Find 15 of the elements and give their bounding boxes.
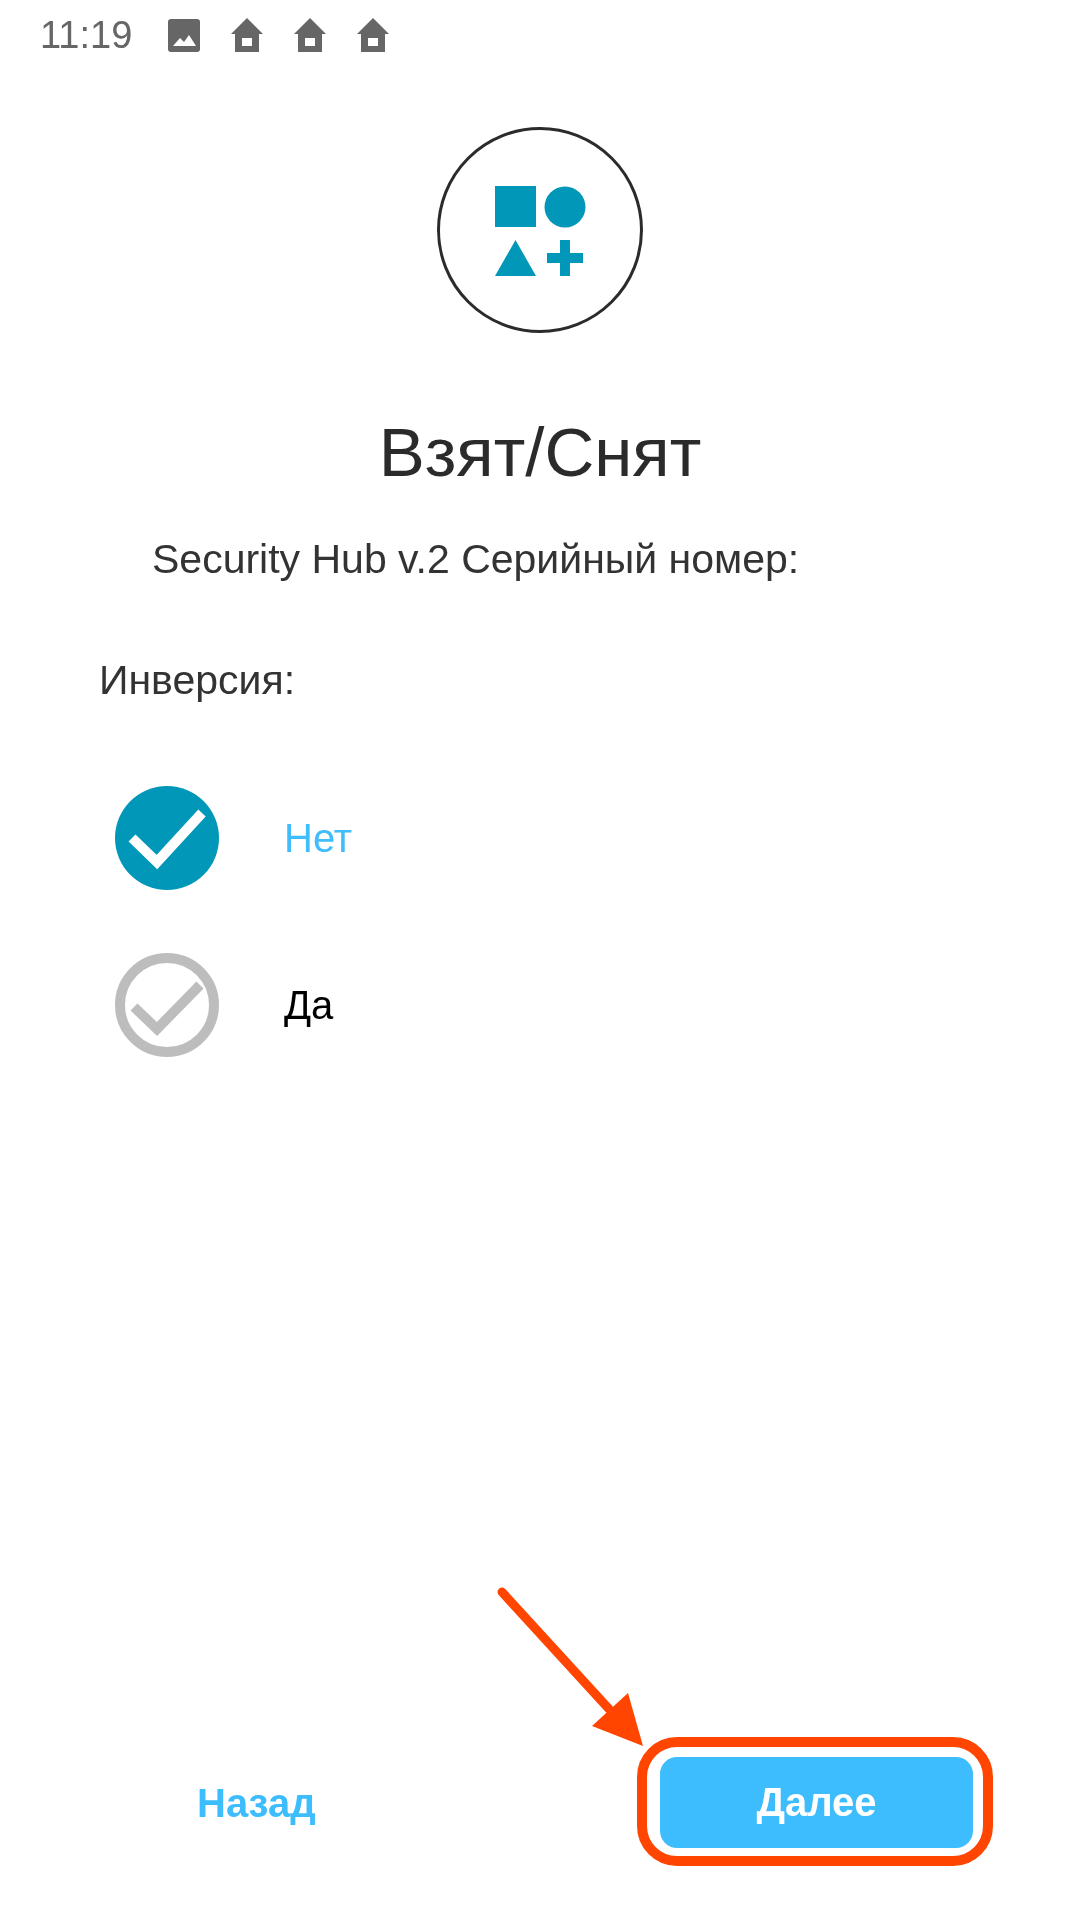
home-icon — [294, 18, 327, 52]
option-label: Да — [284, 982, 334, 1029]
option-label: Нет — [284, 815, 353, 862]
back-button[interactable]: Назад — [197, 1777, 316, 1828]
home-icon — [231, 18, 264, 52]
status-time: 11:19 — [40, 13, 133, 57]
image-icon — [168, 18, 201, 52]
screen-title: Взят/Снят — [378, 413, 702, 493]
shapes-logo-icon — [437, 127, 643, 333]
radio-option[interactable]: Да — [115, 953, 353, 1057]
inversion-label: Инверсия: — [99, 656, 296, 705]
device-serial-label: Security Hub v.2 Серийный номер: — [152, 535, 800, 584]
next-button[interactable]: Далее — [660, 1757, 973, 1848]
home-icon — [357, 18, 390, 52]
radio-option[interactable]: Нет — [115, 786, 353, 890]
